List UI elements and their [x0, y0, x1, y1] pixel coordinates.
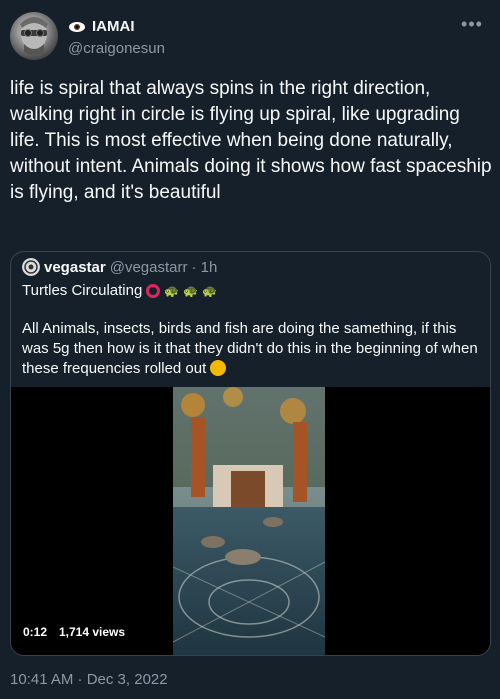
video-duration: 0:12 — [23, 625, 48, 639]
quoted-title-line: Turtles Circulating 🐢 🐢 🐢 — [22, 282, 217, 299]
turtle-icon: 🐢 — [202, 283, 218, 298]
author-display-name[interactable]: IAMAI — [92, 18, 135, 35]
video-thumbnail[interactable] — [173, 387, 325, 655]
quoted-body: All Animals, insects, birds and fish are… — [22, 319, 482, 379]
turtle-icon: 🐢 — [183, 283, 199, 298]
thinking-face-icon — [210, 360, 227, 376]
quoted-avatar — [22, 258, 40, 276]
quoted-title: Turtles Circulating — [22, 282, 143, 299]
red-circle-icon — [146, 283, 161, 298]
quoted-age: · 1h — [191, 258, 218, 276]
quoted-tweet-header: vegastar @vegastarr · 1h — [22, 258, 217, 276]
quoted-handle: @vegastarr — [109, 258, 188, 276]
eye-icon — [69, 21, 85, 32]
quoted-body-text: All Animals, insects, birds and fish are… — [22, 320, 478, 377]
quoted-display-name: vegastar — [44, 258, 106, 276]
tweet-header: IAMAI @craigonesun ••• — [10, 12, 490, 64]
turtle-icon: 🐢 — [164, 283, 180, 298]
video-views: 1,714 views — [59, 625, 126, 639]
video-player[interactable]: 0:12 1,714 views — [11, 387, 490, 655]
quoted-tweet[interactable]: vegastar @vegastarr · 1h Turtles Circula… — [10, 251, 491, 656]
tweet-timestamp[interactable]: 10:41 AM · Dec 3, 2022 — [10, 671, 168, 688]
avatar[interactable] — [10, 12, 58, 60]
tweet-text: life is spiral that always spins in the … — [10, 78, 492, 203]
author-handle[interactable]: @craigonesun — [68, 40, 165, 57]
more-options-icon[interactable]: ••• — [458, 14, 486, 42]
